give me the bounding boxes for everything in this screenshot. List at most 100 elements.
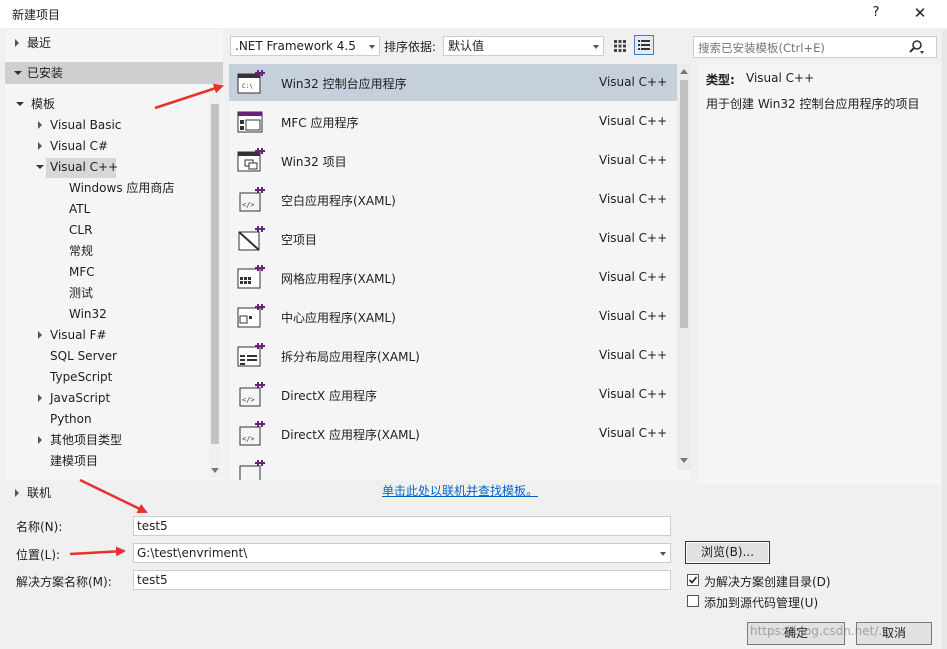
nav-recent-label: 最近 (27, 36, 52, 50)
template-language: Visual C++ (599, 426, 668, 440)
template-row-mfc[interactable]: MFC 应用程序 Visual C++ (229, 103, 677, 140)
nav-item-label: JavaScript (50, 391, 111, 405)
template-row-directx[interactable]: </> DirectX 应用程序 Visual C++ (229, 376, 677, 413)
nav-item-label: Visual F# (50, 328, 107, 342)
arrow-to-name-field (79, 478, 148, 514)
svg-text:C:\: C:\ (242, 83, 253, 90)
nav-item-label: Visual Basic (50, 118, 122, 132)
browse-button[interactable]: 浏览(B)... (685, 541, 770, 564)
template-list: C:\ Win32 控制台应用程序 Visual C++ MFC 应用程序 Vi… (229, 64, 691, 480)
nav-item-label: 其他项目类型 (50, 433, 123, 447)
scroll-up-icon[interactable] (678, 66, 690, 78)
title-bar (0, 0, 947, 28)
expand-arrow-icon (38, 436, 42, 444)
nav-win32[interactable]: Win32 (69, 304, 107, 324)
add-source-control-checkbox[interactable] (687, 595, 699, 607)
template-row-grid-xaml[interactable]: 网格应用程序(XAML) Visual C++ (229, 259, 677, 296)
online-templates-link[interactable]: 单击此处以联机并查找模板。 (382, 482, 538, 499)
expand-arrow-icon (15, 39, 19, 47)
expand-arrow-icon (38, 142, 42, 150)
create-directory-checkbox[interactable] (687, 574, 699, 586)
nav-item-label: Visual C++ (50, 160, 119, 174)
add-source-control-label: 添加到源代码管理(U) (704, 596, 819, 610)
nav-item-label: Win32 (69, 307, 107, 321)
template-language: Visual C++ (599, 114, 668, 128)
expand-arrow-icon (38, 394, 42, 402)
template-name: 空白应用程序(XAML) (281, 194, 396, 208)
scroll-down-icon[interactable] (678, 454, 690, 466)
nav-online-label: 联机 (27, 486, 52, 500)
search-box[interactable] (693, 36, 937, 59)
search-icon[interactable] (908, 39, 924, 55)
nav-item-label: 常规 (69, 244, 94, 258)
template-row-blank-xaml[interactable]: </> 空白应用程序(XAML) Visual C++ (229, 181, 677, 218)
template-name: Win32 项目 (281, 155, 347, 169)
split-app-icon (237, 343, 265, 367)
nav-templates-label: 模板 (31, 97, 56, 111)
template-language: Visual C++ (599, 192, 668, 206)
mfc-app-icon (237, 111, 263, 133)
location-value: G:\test\envriment\ (137, 546, 248, 560)
win32-project-icon (237, 148, 265, 172)
window-title: 新建项目 (12, 8, 61, 22)
hub-app-icon (237, 304, 265, 328)
solution-name-label: 解决方案名称(M): (16, 575, 112, 589)
nav-item-label: Visual C# (50, 139, 109, 153)
expand-arrow-icon (38, 331, 42, 339)
nav-modeling-projects[interactable]: 建模项目 (50, 451, 98, 471)
sort-dropdown[interactable]: 默认值 (443, 36, 604, 56)
nav-windows-store[interactable]: Windows 应用商店 (69, 178, 174, 198)
template-row-empty-project[interactable]: 空项目 Visual C++ (229, 220, 677, 257)
template-scrollbar-thumb[interactable] (680, 80, 688, 328)
nav-item-label: ATL (69, 202, 91, 216)
nav-atl[interactable]: ATL (69, 199, 90, 219)
template-language: Visual C++ (599, 387, 668, 401)
nav-general[interactable]: 常规 (69, 241, 93, 261)
location-field[interactable]: G:\test\envriment\ (133, 543, 671, 563)
arrow-to-location-field (69, 546, 126, 557)
name-field[interactable]: test5 (133, 516, 671, 536)
template-row-directx-xaml[interactable]: </> DirectX 应用程序(XAML) Visual C++ (229, 415, 677, 452)
framework-dropdown[interactable]: .NET Framework 4.5 (230, 36, 380, 56)
background-window-edge (942, 30, 947, 649)
template-name: 网格应用程序(XAML) (281, 272, 396, 286)
template-name: 空项目 (281, 233, 318, 247)
template-name: DirectX 应用程序(XAML) (281, 428, 420, 442)
template-description: 用于创建 Win32 控制台应用程序的项目 (706, 97, 920, 111)
solution-name-field[interactable]: test5 (133, 570, 671, 590)
console-app-icon: C:\ (237, 70, 265, 94)
nav-clr[interactable]: CLR (69, 220, 92, 240)
scroll-down-icon[interactable] (209, 464, 221, 476)
collapse-arrow-icon (14, 71, 22, 75)
grid-view-icon[interactable] (610, 36, 630, 56)
template-name: 中心应用程序(XAML) (281, 311, 396, 325)
grid-app-icon (237, 265, 265, 289)
nav-mfc[interactable]: MFC (69, 262, 95, 282)
nav-typescript[interactable]: TypeScript (50, 367, 112, 387)
list-view-icon (638, 40, 650, 50)
category-scrollbar-thumb[interactable] (211, 104, 219, 444)
template-row-win32-console[interactable]: C:\ Win32 控制台应用程序 Visual C++ (229, 64, 677, 101)
framework-value: .NET Framework 4.5 (235, 39, 356, 53)
template-icon (239, 460, 265, 480)
nav-test[interactable]: 测试 (69, 283, 93, 303)
search-input[interactable] (694, 37, 910, 59)
type-label: 类型: (706, 73, 735, 87)
template-row-win32-project[interactable]: Win32 项目 Visual C++ (229, 142, 677, 179)
template-row-split-xaml[interactable]: 拆分布局应用程序(XAML) Visual C++ (229, 337, 677, 374)
nav-python[interactable]: Python (50, 409, 92, 429)
close-button[interactable]: ✕ (908, 2, 932, 24)
template-row-partial[interactable] (229, 454, 677, 480)
watermark: https://blog.csdn.net/... (750, 624, 890, 638)
nav-sql-server[interactable]: SQL Server (50, 346, 117, 366)
location-label: 位置(L): (16, 548, 61, 562)
name-label: 名称(N): (16, 520, 63, 534)
template-name: 拆分布局应用程序(XAML) (281, 350, 420, 364)
check-icon (688, 576, 698, 584)
template-language: Visual C++ (599, 231, 668, 245)
template-row-hub-xaml[interactable]: 中心应用程序(XAML) Visual C++ (229, 298, 677, 335)
list-view-button[interactable] (634, 35, 654, 55)
help-button[interactable]: ? (866, 2, 886, 24)
svg-text:</>: </> (242, 201, 255, 209)
template-name: Win32 控制台应用程序 (281, 77, 407, 91)
